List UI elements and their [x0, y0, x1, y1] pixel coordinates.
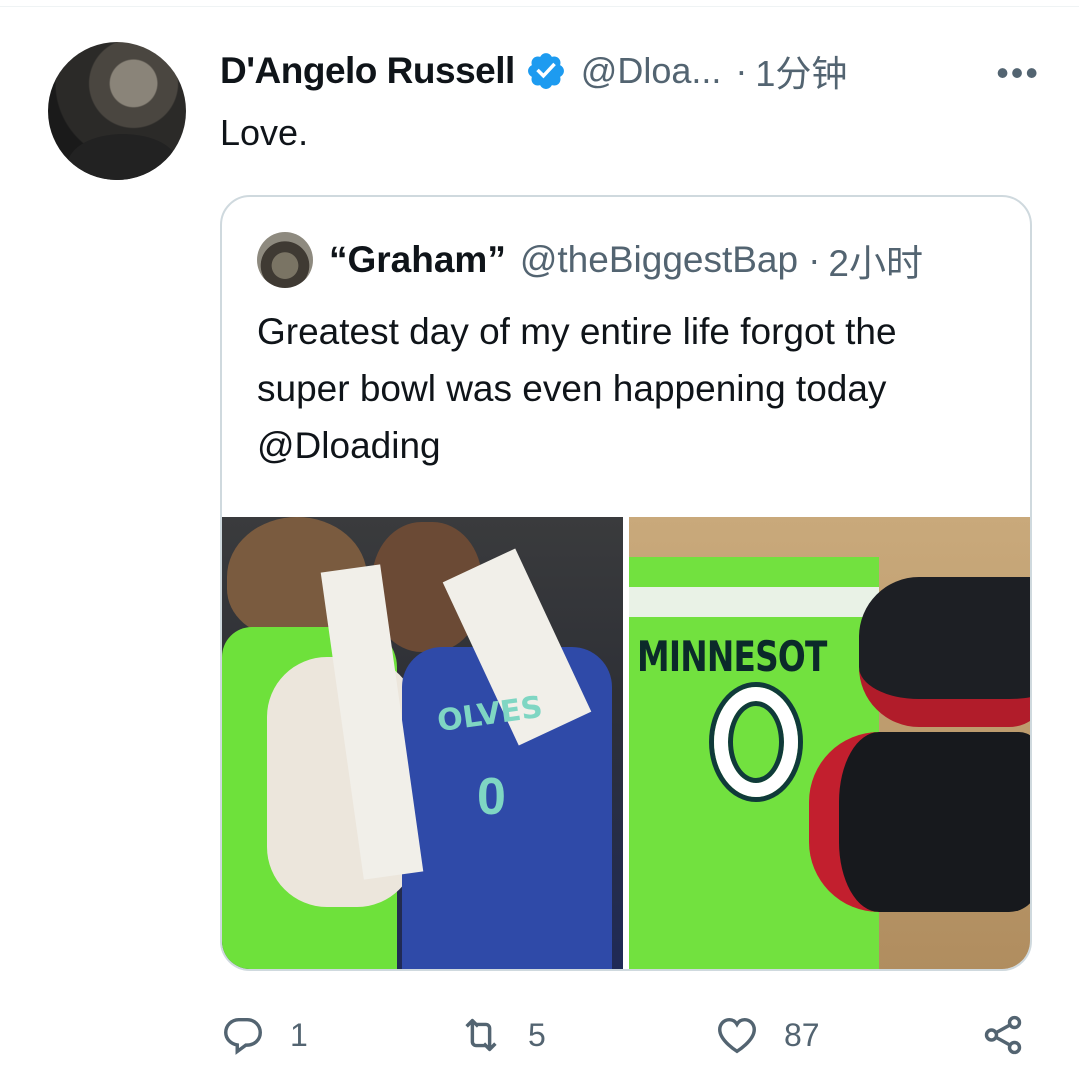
quoted-text-line: super bowl was even happening today: [257, 368, 887, 409]
jersey-collar-trim: [629, 587, 879, 617]
jersey-number: 0: [477, 768, 506, 826]
like-count: 87: [784, 1016, 820, 1053]
author-handle[interactable]: @Dloa...: [581, 50, 722, 92]
reply-button[interactable]: 1: [220, 1005, 308, 1065]
retweet-count: 5: [528, 1016, 546, 1053]
photo-signed-jersey-shoes[interactable]: MINNESOT: [629, 517, 1030, 969]
retweet-icon: [465, 1018, 497, 1052]
quoted-author-handle[interactable]: @theBiggestBap: [520, 239, 798, 281]
photo-grid: OLVES 0 MINNESOT: [222, 517, 1030, 969]
quoted-tweet-timestamp[interactable]: 2小时: [828, 233, 923, 287]
quoted-mention: @Dloading: [257, 425, 441, 466]
retweet-button[interactable]: 5: [458, 1005, 546, 1065]
more-icon[interactable]: •••: [996, 52, 1040, 94]
header-separator: ·: [735, 50, 748, 91]
quoted-author-avatar[interactable]: [257, 232, 313, 288]
tweet-header: D'Angelo Russell @Dloa... · 1分钟 •••: [220, 46, 1060, 96]
top-divider: [0, 6, 1079, 7]
quoted-author-name[interactable]: “Graham”: [329, 239, 506, 281]
tweet-timestamp[interactable]: 1分钟: [755, 45, 847, 97]
quoted-tweet-text: Greatest day of my entire life forgot th…: [257, 303, 1017, 474]
reply-icon: [224, 1017, 262, 1055]
quoted-tweet[interactable]: “Graham” @theBiggestBap · 2小时 Greatest d…: [220, 195, 1032, 971]
verified-badge-icon: [527, 53, 564, 89]
quoted-header-separator: ·: [808, 239, 821, 280]
signed-shoe: [859, 577, 1030, 727]
tweet-text: Love.: [220, 112, 309, 153]
jersey-wordmark: MINNESOT: [637, 632, 827, 681]
quoted-tweet-header: “Graham” @theBiggestBap · 2小时: [257, 230, 923, 290]
reply-count: 1: [290, 1016, 308, 1053]
share-button[interactable]: [980, 1005, 1026, 1065]
signed-shoe: [809, 732, 1030, 912]
share-icon: [984, 1015, 1022, 1055]
jersey-number-zero: [714, 687, 798, 797]
photo-player-with-fan[interactable]: OLVES 0: [222, 517, 623, 969]
like-button[interactable]: 87: [714, 1005, 820, 1065]
like-icon: [718, 1017, 756, 1054]
tweet-actions: 1 5 87: [220, 1005, 1040, 1065]
author-avatar[interactable]: [48, 42, 186, 180]
author-name[interactable]: D'Angelo Russell: [220, 50, 515, 92]
quoted-text-line: Greatest day of my entire life forgot th…: [257, 311, 897, 352]
